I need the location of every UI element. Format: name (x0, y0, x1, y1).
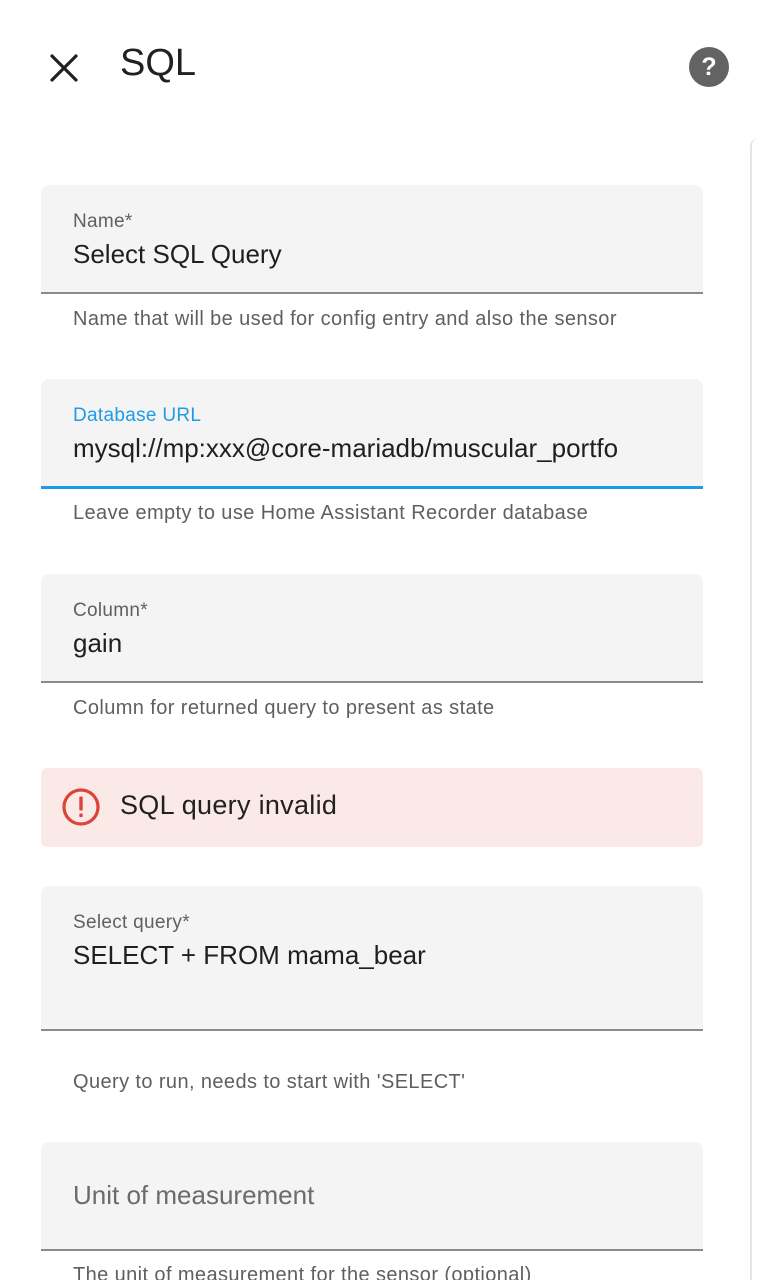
column-field-label: Column* (73, 600, 148, 621)
select-query-field[interactable]: Select query* SELECT + FROM mama_bear (41, 886, 703, 1031)
error-alert: SQL query invalid (41, 768, 703, 847)
unit-of-measurement-field[interactable]: Unit of measurement (41, 1142, 703, 1251)
column-field-value[interactable]: gain (73, 628, 683, 659)
database-url-helper-text: Leave empty to use Home Assistant Record… (73, 502, 589, 524)
close-icon (50, 54, 78, 82)
alert-circle-icon (62, 788, 100, 826)
database-url-field-value[interactable]: mysql://mp:xxx@core-mariadb/muscular_por… (73, 433, 683, 464)
select-query-helper-text: Query to run, needs to start with 'SELEC… (73, 1071, 466, 1093)
column-helper-text: Column for returned query to present as … (73, 697, 495, 719)
close-button[interactable] (36, 40, 92, 96)
unit-of-measurement-field-label: Unit of measurement (73, 1180, 315, 1210)
column-field[interactable]: Column* gain (41, 574, 703, 683)
unit-of-measurement-helper-text: The unit of measurement for the sensor (… (73, 1264, 532, 1280)
scrollbar[interactable] (750, 138, 762, 1280)
database-url-field[interactable]: Database URL mysql://mp:xxx@core-mariadb… (41, 379, 703, 489)
select-query-field-value[interactable]: SELECT + FROM mama_bear (73, 940, 683, 971)
dialog-title: SQL (120, 42, 197, 84)
help-button[interactable]: ? (682, 40, 736, 94)
dialog-header: SQL ? (0, 0, 762, 130)
error-alert-text: SQL query invalid (120, 790, 338, 820)
svg-text:?: ? (701, 53, 716, 81)
select-query-field-label: Select query* (73, 912, 190, 933)
name-field[interactable]: Name* Select SQL Query (41, 185, 703, 294)
help-circle-icon: ? (689, 47, 729, 87)
database-url-field-label: Database URL (73, 405, 202, 426)
name-helper-text: Name that will be used for config entry … (73, 308, 617, 330)
name-field-value[interactable]: Select SQL Query (73, 239, 683, 270)
sql-config-dialog: SQL ? Name* Select SQL Query Name that w… (0, 0, 762, 1280)
name-field-label: Name* (73, 211, 133, 232)
